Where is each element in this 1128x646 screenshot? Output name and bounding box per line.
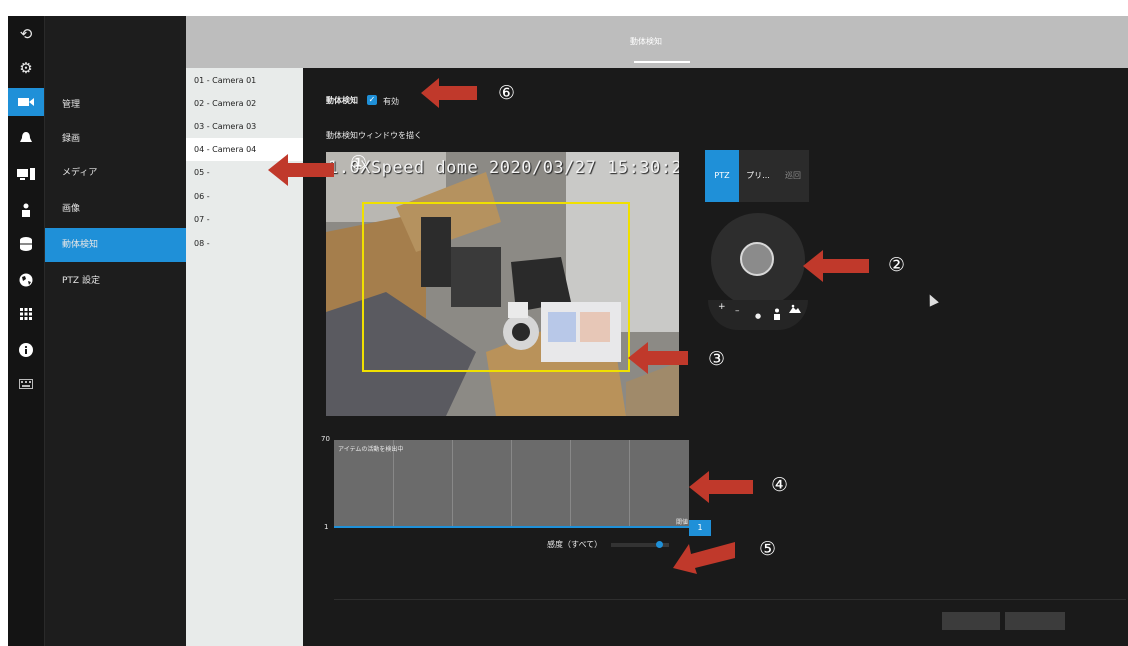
zoom-in-icon[interactable]: +: [718, 302, 726, 312]
footer-button-left[interactable]: [942, 612, 1000, 630]
annotation-3: ③: [708, 348, 726, 370]
chart-corner-label: 閾値: [676, 519, 689, 526]
footer-divider: [334, 599, 1126, 600]
globe-icon[interactable]: [8, 266, 44, 294]
active-tab-indicator: [634, 61, 690, 63]
osd-overlay-text: 1.0XSpeed dome 2020/03/27 15:30:22: [328, 158, 679, 178]
menu-item-recording[interactable]: 録画: [45, 122, 186, 156]
chart-ymin-label: 1: [324, 523, 329, 531]
info-icon[interactable]: [8, 336, 44, 364]
focus-dot-icon[interactable]: ●: [755, 312, 761, 320]
menu-item-media[interactable]: メディア: [45, 156, 186, 190]
icon-rail: ⟲ ⚙: [8, 16, 45, 646]
draw-window-label: 動体検知ウィンドウを描く: [326, 131, 422, 140]
chart-gridline: [452, 440, 453, 526]
camera-item-06[interactable]: 06 -: [186, 185, 303, 208]
annotation-2: ②: [888, 254, 906, 276]
sensitivity-slider-fill: [611, 543, 661, 547]
activity-chart: アイテムの活動を検出中 閾値: [334, 440, 689, 526]
person-icon[interactable]: [773, 308, 781, 323]
camera-item-07[interactable]: 07 -: [186, 208, 303, 231]
camera-icon[interactable]: [8, 88, 44, 116]
menu-item-image[interactable]: 画像: [45, 192, 186, 226]
annotation-arrow-1: [268, 154, 334, 186]
gear-icon[interactable]: ⚙: [8, 54, 44, 82]
sensitivity-label: 感度（すべて）: [547, 540, 603, 549]
landscape-icon[interactable]: [789, 304, 801, 316]
enable-checkbox[interactable]: ✓: [367, 95, 377, 105]
annotation-6: ⑥: [498, 82, 516, 104]
annotation-1: ①: [350, 152, 368, 174]
app-window: ⟲ ⚙ 管理 録画 メディア 画像 動体検知 PTZ 設定 動体検知 01 - …: [8, 16, 1128, 646]
footer-button-right[interactable]: [1005, 612, 1065, 630]
chart-gridline: [511, 440, 512, 526]
page-header: 動体検知: [186, 16, 1128, 68]
apps-icon[interactable]: [8, 300, 44, 328]
annotation-arrow-2: [803, 250, 869, 282]
settings-menu: 管理 録画 メディア 画像 動体検知 PTZ 設定: [45, 16, 186, 646]
camera-item-01[interactable]: 01 - Camera 01: [186, 69, 303, 92]
ptz-joystick-knob[interactable]: [740, 242, 774, 276]
user-icon[interactable]: [8, 196, 44, 224]
zoom-out-icon[interactable]: –: [735, 306, 740, 316]
logout-icon[interactable]: ⟲: [8, 20, 44, 48]
camera-item-08[interactable]: 08 -: [186, 232, 303, 255]
motion-detection-panel: 動体検知 ✓ 有効 動体検知ウィンドウを描く 1.0XSpeed dome 20…: [268, 68, 1128, 646]
motion-detection-label: 動体検知: [326, 96, 358, 105]
menu-item-motion-detection[interactable]: 動体検知: [45, 228, 186, 262]
tab-preset[interactable]: プリ...: [739, 150, 777, 202]
annotation-arrow-5: [673, 542, 735, 574]
chart-gridline: [629, 440, 630, 526]
detection-window[interactable]: [362, 202, 630, 372]
annotation-5: ⑤: [759, 538, 777, 560]
ptz-tabs: PTZ プリ... 巡回: [705, 150, 809, 202]
page-title[interactable]: 動体検知: [596, 36, 696, 47]
camera-item-02[interactable]: 02 - Camera 02: [186, 92, 303, 115]
menu-item-management[interactable]: 管理: [45, 88, 186, 122]
camera-item-03[interactable]: 03 - Camera 03: [186, 115, 303, 138]
tab-ptz[interactable]: PTZ: [705, 150, 739, 202]
monitor-icon[interactable]: [8, 160, 44, 188]
sensitivity-slider-handle[interactable]: [656, 541, 663, 548]
bell-icon[interactable]: [8, 124, 44, 152]
annotation-arrow-4: [689, 471, 753, 503]
tab-patrol[interactable]: 巡回: [777, 150, 809, 202]
enable-label: 有効: [383, 97, 399, 106]
chart-caption: アイテムの活動を検出中: [338, 446, 404, 453]
chart-gridline: [570, 440, 571, 526]
menu-item-ptz-settings[interactable]: PTZ 設定: [45, 264, 186, 298]
threshold-line[interactable]: [334, 526, 711, 528]
camera-live-view[interactable]: 1.0XSpeed dome 2020/03/27 15:30:22: [326, 152, 679, 416]
database-icon[interactable]: [8, 230, 44, 258]
annotation-4: ④: [771, 474, 789, 496]
keyboard-icon[interactable]: [8, 370, 44, 398]
annotation-arrow-6: [421, 78, 477, 108]
annotation-arrow-3: [628, 342, 688, 374]
chart-ymax-label: 70: [321, 435, 330, 443]
